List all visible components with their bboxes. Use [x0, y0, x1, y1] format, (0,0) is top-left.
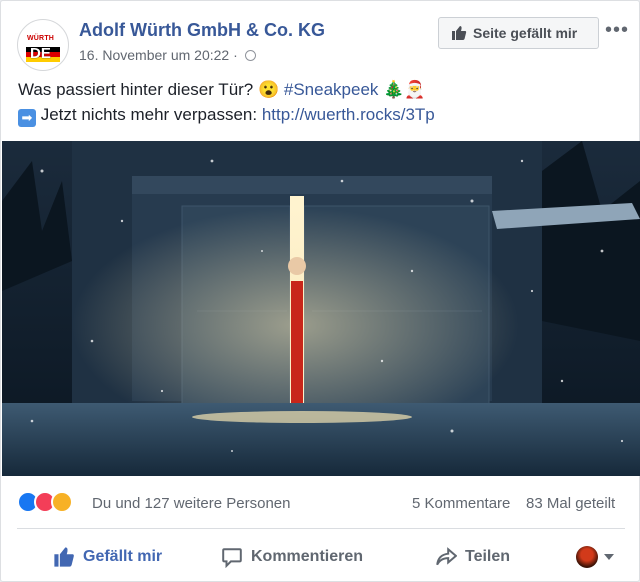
door-scene-image	[2, 141, 640, 476]
avatar	[576, 546, 598, 568]
right-arrow-icon: ➡	[18, 109, 36, 127]
post-text: Was passiert hinter dieser Tür?	[18, 80, 258, 99]
post-text-line-2: ➡ Jetzt nichts mehr verpassen: http://wu…	[18, 105, 435, 127]
post-meta: 16. November um 20:22 ·	[79, 47, 256, 63]
hashtag-link[interactable]: #Sneakpeek	[279, 80, 379, 99]
thumbs-up-icon	[54, 547, 74, 567]
comment-label: Kommentieren	[251, 548, 364, 565]
facebook-post: WÜRTH DE Adolf Würth GmbH & Co. KG 16. N…	[0, 0, 640, 582]
like-button[interactable]: Gefällt mir	[53, 543, 162, 571]
globe-icon	[244, 50, 256, 61]
post-as-selector[interactable]	[576, 543, 614, 571]
post-text-line-1: Was passiert hinter dieser Tür? 😮 #Sneak…	[18, 80, 425, 100]
wow-reaction-icon	[51, 491, 73, 513]
thumbs-up-icon	[452, 26, 467, 40]
shares-count-link[interactable]: 83 Mal geteilt	[526, 495, 615, 512]
like-page-button[interactable]: Seite gefällt mir	[438, 17, 599, 49]
post-url-link[interactable]: http://wuerth.rocks/3Tp	[262, 105, 435, 124]
page-name-link[interactable]: Adolf Würth GmbH & Co. KG	[79, 20, 325, 41]
like-page-label: Seite gefällt mir	[473, 25, 578, 41]
page-avatar[interactable]: WÜRTH DE	[17, 19, 69, 71]
comments-count-link[interactable]: 5 Kommentare	[412, 495, 510, 512]
share-label: Teilen	[465, 548, 511, 565]
post-text: Jetzt nichts mehr verpassen:	[36, 105, 262, 124]
avatar-brand-text: WÜRTH	[27, 35, 55, 42]
avatar-country-text: DE	[30, 45, 51, 62]
surprised-emoji-icon: 😮	[257, 80, 280, 99]
share-button[interactable]: Teilen	[435, 543, 510, 571]
post-timestamp[interactable]: 16. November um 20:22 ·	[79, 47, 238, 63]
share-icon	[436, 547, 457, 566]
santa-emoji-icon: 🎅	[404, 80, 426, 99]
more-options-icon[interactable]: •••	[605, 19, 629, 42]
christmas-tree-emoji-icon: 🎄	[378, 80, 405, 99]
post-photo[interactable]	[2, 141, 640, 476]
divider	[17, 528, 625, 529]
reaction-icons[interactable]	[17, 491, 73, 513]
chevron-down-icon	[604, 554, 614, 560]
like-label: Gefällt mir	[83, 548, 163, 565]
reaction-summary[interactable]: Du und 127 weitere Personen	[92, 495, 290, 512]
comment-icon	[222, 548, 242, 568]
comment-button[interactable]: Kommentieren	[221, 543, 363, 571]
